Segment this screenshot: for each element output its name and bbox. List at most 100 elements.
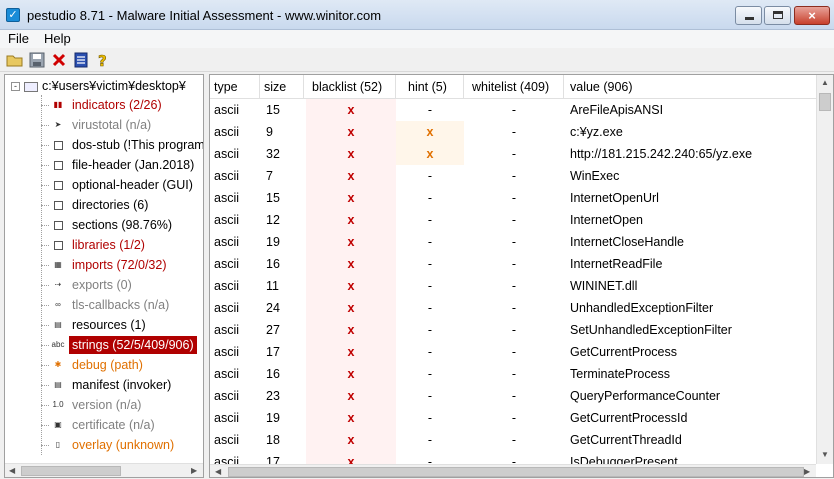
vertical-scroll-thumb[interactable] — [819, 93, 831, 111]
tree-connector — [41, 345, 49, 346]
tree-item[interactable]: sections (98.76%) — [41, 215, 203, 235]
scroll-left-icon[interactable]: ◀ — [215, 465, 221, 477]
menu-help[interactable]: Help — [44, 31, 71, 46]
cell-size: 15 — [266, 103, 280, 117]
minimize-button[interactable] — [735, 6, 762, 25]
tree-item[interactable]: dos-stub (!This program — [41, 135, 204, 155]
scroll-up-icon[interactable]: ▲ — [820, 78, 830, 87]
tree-item-label: directories (6) — [72, 198, 149, 212]
cell-blacklist: x — [306, 407, 396, 429]
tree-horizontal-scrollbar[interactable]: ◀ ▶ — [5, 463, 203, 477]
box-icon — [51, 218, 65, 232]
save-icon[interactable] — [28, 51, 46, 69]
tree-item[interactable]: directories (6) — [41, 195, 203, 215]
table-row[interactable]: ascii 27 x - - SetUnhandledExceptionFilter — [210, 319, 816, 341]
tree-item[interactable]: ∞ tls-callbacks (n/a) — [41, 295, 203, 315]
tree-item[interactable]: ▯ overlay (unknown) — [41, 435, 203, 455]
cell-hint: - — [427, 213, 433, 227]
table-row[interactable]: ascii 32 x x - http://181.215.242.240:65/yz.e… — [210, 143, 816, 165]
tree-item[interactable]: ▤ manifest (invoker) — [41, 375, 203, 395]
tree-connector — [41, 105, 49, 106]
tree-connector — [41, 205, 49, 206]
table-row[interactable]: ascii 15 x - - InternetOpenUrl — [210, 187, 816, 209]
tree-item[interactable]: ▣ certificate (n/a) — [41, 415, 203, 435]
help-icon[interactable]: ? — [94, 51, 112, 71]
tree-item[interactable]: optional-header (GUI) — [41, 175, 203, 195]
table-row[interactable]: ascii 9 x x - c:¥yz.exe — [210, 121, 816, 143]
menu-file[interactable]: File — [8, 31, 29, 46]
tree-connector — [41, 165, 49, 166]
tree-scroll-thumb[interactable] — [21, 466, 121, 476]
cell-type: ascii — [214, 103, 240, 117]
collapse-toggle[interactable]: - — [11, 82, 20, 92]
table-row[interactable]: ascii 15 x - - AreFileApisANSI — [210, 99, 816, 121]
col-whitelist[interactable]: whitelist (409) — [464, 75, 564, 99]
col-hint[interactable]: hint (5) — [396, 75, 464, 99]
cell-value: AreFileApisANSI — [570, 103, 664, 117]
cell-value: GetCurrentProcess — [570, 345, 677, 359]
delete-icon[interactable] — [50, 51, 68, 69]
tree-item-label: overlay (unknown) — [72, 438, 175, 452]
cell-hint: - — [427, 367, 433, 381]
close-button[interactable]: × — [794, 6, 830, 25]
cell-whitelist: - — [511, 257, 517, 271]
tree-item[interactable]: ▤ resources (1) — [41, 315, 203, 335]
tree-item[interactable]: abc strings (52/5/409/906) — [41, 335, 203, 355]
horizontal-scrollbar[interactable]: ◀ ▶ — [210, 464, 816, 477]
horizontal-scroll-thumb[interactable] — [228, 467, 804, 477]
tree-item-label: resources (1) — [72, 318, 146, 332]
resources-icon: ▤ — [54, 320, 62, 329]
scroll-right-icon[interactable]: ▶ — [191, 464, 197, 477]
cell-type: ascii — [214, 191, 240, 205]
tree-item-label: libraries (1/2) — [72, 238, 145, 252]
table-row[interactable]: ascii 17 x - - GetCurrentProcess — [210, 341, 816, 363]
col-type[interactable]: type — [210, 75, 260, 99]
cell-size: 17 — [266, 455, 280, 465]
table-row[interactable]: ascii 17 x - - IsDebuggerPresent — [210, 451, 816, 465]
table-row[interactable]: ascii 12 x - - InternetOpen — [210, 209, 816, 231]
table-row[interactable]: ascii 24 x - - UnhandledExceptionFilter — [210, 297, 816, 319]
col-blacklist[interactable]: blacklist (52) — [304, 75, 396, 99]
tree-item[interactable]: ✱ debug (path) — [41, 355, 203, 375]
table-row[interactable]: ascii 19 x - - GetCurrentProcessId — [210, 407, 816, 429]
cell-whitelist: - — [511, 367, 517, 381]
cell-value: WININET.dll — [570, 279, 638, 293]
scroll-right-icon[interactable]: ▶ — [804, 465, 810, 477]
col-value[interactable]: value (906) — [564, 75, 816, 99]
table-row[interactable]: ascii 16 x - - InternetReadFile — [210, 253, 816, 275]
table-row[interactable]: ascii 23 x - - QueryPerformanceCounter — [210, 385, 816, 407]
open-folder-icon[interactable] — [6, 51, 24, 69]
svg-text:?: ? — [98, 52, 107, 69]
col-size[interactable]: size — [260, 75, 304, 99]
cell-size: 7 — [266, 169, 273, 183]
tree-item[interactable]: ➤ virustotal (n/a) — [41, 115, 203, 135]
tree-item[interactable]: file-header (Jan.2018) — [41, 155, 203, 175]
cell-whitelist: - — [511, 169, 517, 183]
title-bar: ✓ pestudio 8.71 - Malware Initial Assess… — [0, 0, 834, 30]
table-row[interactable]: ascii 11 x - - WININET.dll — [210, 275, 816, 297]
maximize-button[interactable] — [764, 6, 791, 25]
table-row[interactable]: ascii 18 x - - GetCurrentThreadId — [210, 429, 816, 451]
table-row[interactable]: ascii 7 x - - WinExec — [210, 165, 816, 187]
list-icon[interactable] — [72, 51, 90, 69]
cell-type: ascii — [214, 323, 240, 337]
table-row[interactable]: ascii 19 x - - InternetCloseHandle — [210, 231, 816, 253]
cell-whitelist: - — [511, 147, 517, 161]
tree-item-label: exports (0) — [72, 278, 132, 292]
tree-item[interactable]: ▦ imports (72/0/32) — [41, 255, 203, 275]
table-header: type size blacklist (52) hint (5) whitel… — [210, 75, 816, 99]
close-icon: × — [808, 8, 816, 23]
vertical-scrollbar[interactable]: ▲ ▼ — [816, 75, 833, 464]
cell-hint: - — [427, 411, 433, 425]
scroll-left-icon[interactable]: ◀ — [9, 464, 15, 477]
tree-item[interactable]: 1.0 version (n/a) — [41, 395, 203, 415]
tree-item-label: dos-stub (!This program — [72, 138, 204, 152]
tree-item[interactable]: ▮▮ indicators (2/26) — [41, 95, 203, 115]
tree-root[interactable]: - c:¥users¥victim¥desktop¥ — [11, 79, 186, 93]
tree-item[interactable]: libraries (1/2) — [41, 235, 203, 255]
scroll-down-icon[interactable]: ▼ — [820, 450, 830, 459]
tree-panel[interactable]: - c:¥users¥victim¥desktop¥ ▮▮ indicators (… — [4, 74, 204, 478]
tree-item-label: debug (path) — [72, 358, 143, 372]
table-row[interactable]: ascii 16 x - - TerminateProcess — [210, 363, 816, 385]
tree-item[interactable]: ⇢ exports (0) — [41, 275, 203, 295]
